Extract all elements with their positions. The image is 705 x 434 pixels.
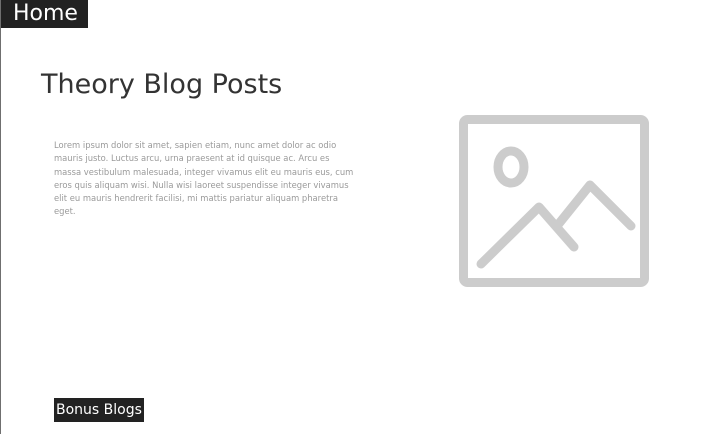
page-title: Theory Blog Posts [41, 69, 283, 100]
bonus-blogs-button[interactable]: Bonus Blogs [54, 398, 144, 422]
mountain-line [552, 180, 636, 231]
home-button[interactable]: Home [1, 0, 88, 28]
left-edge-divider [0, 0, 1, 434]
body-paragraph: Lorem ipsum dolor sit amet, sapien etiam… [54, 140, 354, 217]
sun-circle [493, 146, 529, 188]
image-placeholder-icon [459, 115, 649, 287]
